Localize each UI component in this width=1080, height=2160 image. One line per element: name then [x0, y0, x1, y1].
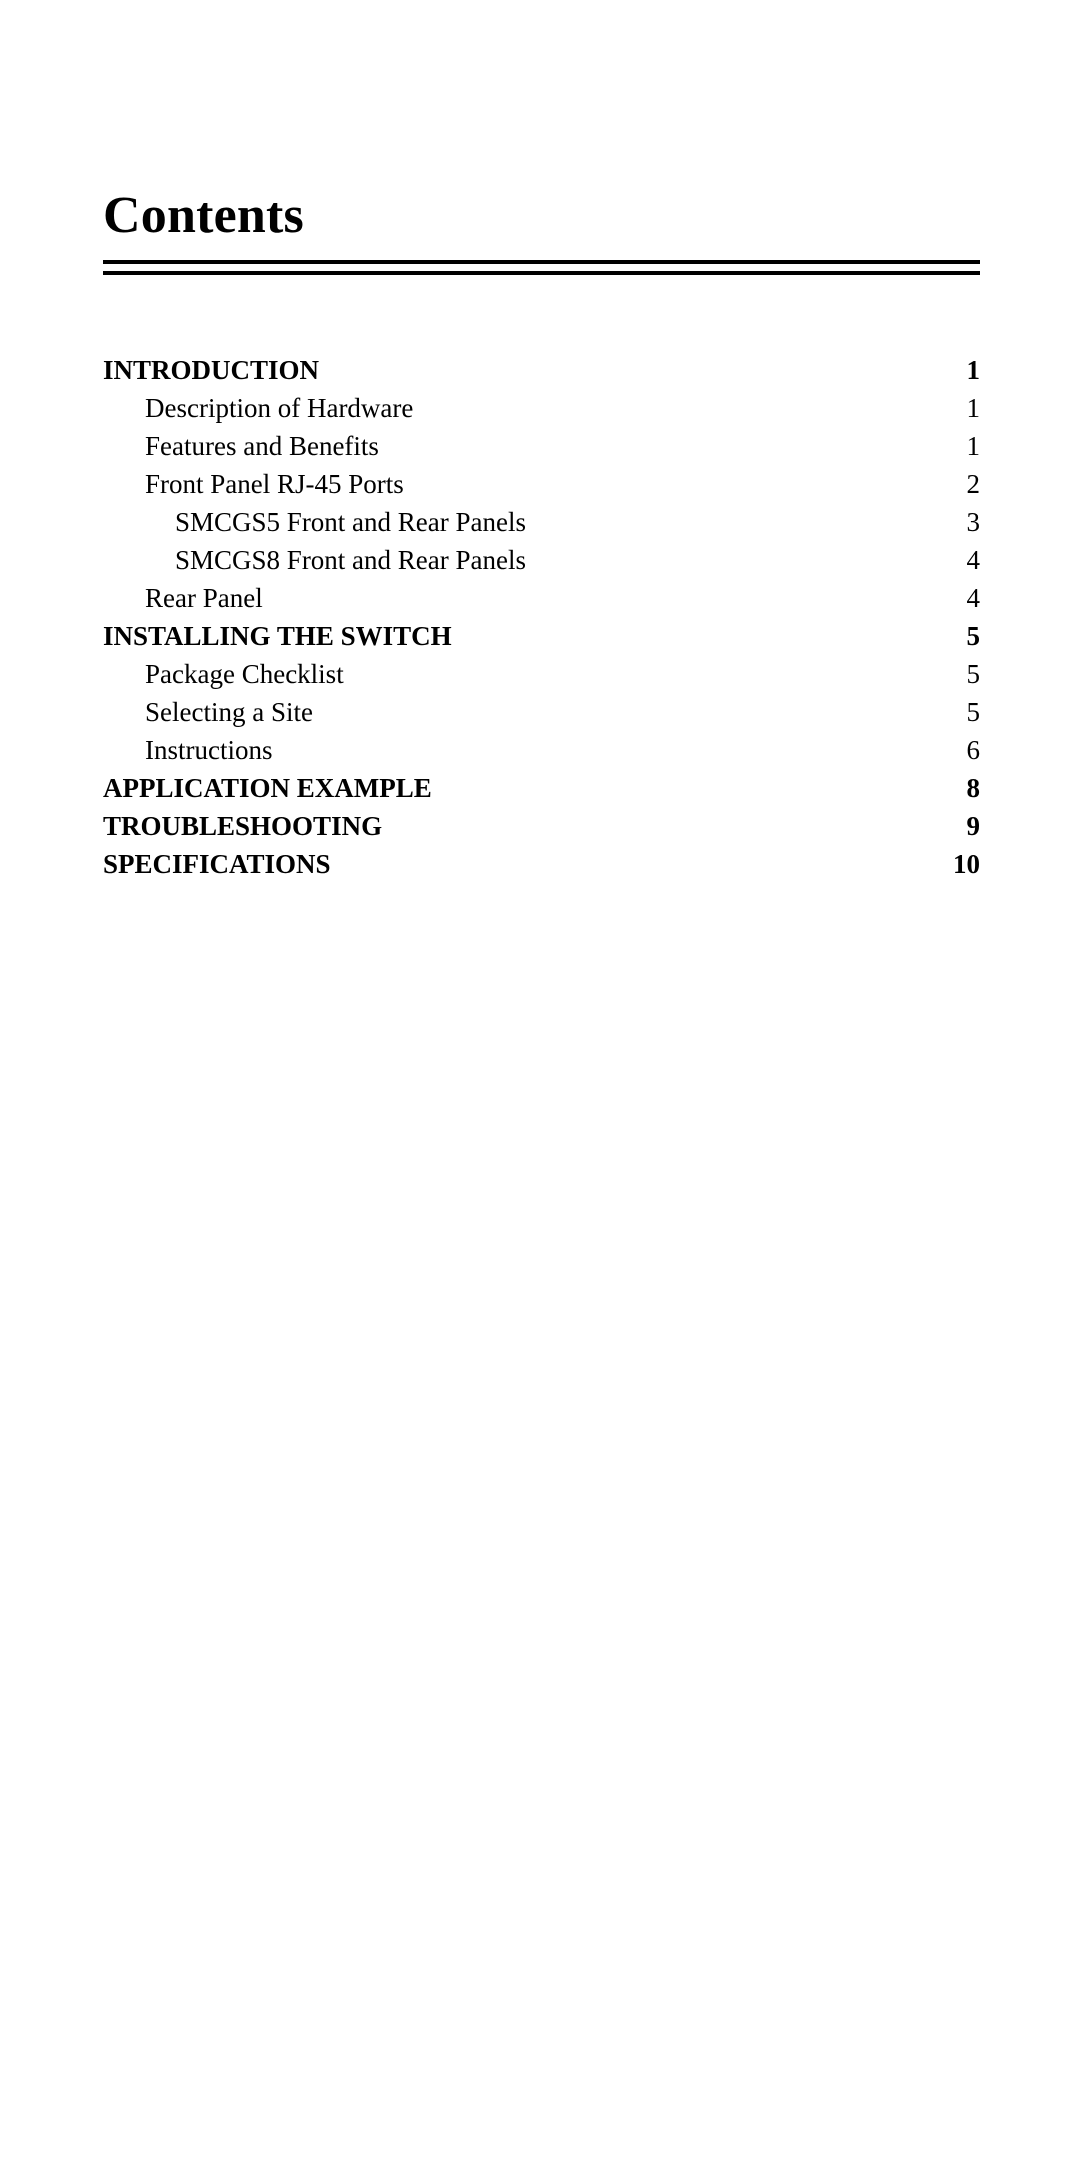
toc-entry-label: TROUBLESHOOTING	[103, 811, 383, 841]
page-title: Contents	[103, 187, 304, 244]
toc-list: INTRODUCTION 1 Description of Hardware 1 Fea…	[103, 351, 980, 883]
toc-entry-page-number: 5	[966, 697, 981, 727]
toc-entry[interactable]: Package Checklist 5	[103, 655, 980, 693]
title-rule-upper	[103, 260, 980, 264]
toc-entry-page-number: 8	[966, 773, 981, 803]
toc-entry[interactable]: SMCGS5 Front and Rear Panels 3	[103, 503, 980, 541]
toc-entry-page-number: 1	[966, 393, 981, 423]
toc-entry-label: Package Checklist	[145, 659, 344, 689]
toc-entry-label: SPECIFICATIONS	[103, 849, 331, 879]
toc-content: Contents INTRODUCTION 1 Description of Har…	[103, 190, 980, 883]
toc-entry-page-number: 10	[953, 849, 980, 879]
toc-entry-label: Front Panel RJ-45 Ports	[145, 469, 404, 499]
toc-entry[interactable]: Features and Benefits 1	[103, 427, 980, 465]
toc-entry[interactable]: INSTALLING THE SWITCH 5	[103, 617, 980, 655]
toc-entry-page-number: 6	[966, 735, 981, 765]
toc-entry[interactable]: Instructions 6	[103, 731, 980, 769]
toc-entry-label: INSTALLING THE SWITCH	[103, 621, 452, 651]
toc-entry-label: Features and Benefits	[145, 431, 379, 461]
toc-entry-label: SMCGS5 Front and Rear Panels	[175, 507, 526, 537]
toc-entry-page-number: 2	[966, 469, 981, 499]
toc-entry-label: INTRODUCTION	[103, 355, 320, 385]
toc-entry[interactable]: SPECIFICATIONS 10	[103, 845, 980, 883]
toc-entry[interactable]: SMCGS8 Front and Rear Panels 4	[103, 541, 980, 579]
toc-entry-label: Instructions	[145, 735, 273, 765]
title-rule-lower	[103, 271, 980, 275]
toc-entry-label: Rear Panel	[145, 583, 263, 613]
toc-entry-page-number: 4	[966, 583, 981, 613]
toc-entry[interactable]: Rear Panel 4	[103, 579, 980, 617]
toc-entry-label: SMCGS8 Front and Rear Panels	[175, 545, 526, 575]
document-page: Contents INTRODUCTION 1 Description of Har…	[0, 0, 1080, 2160]
toc-entry-page-number: 1	[966, 355, 981, 385]
toc-entry-page-number: 1	[966, 431, 981, 461]
title-double-rule	[103, 260, 980, 275]
toc-entry[interactable]: TROUBLESHOOTING 9	[103, 807, 980, 845]
toc-entry-label: APPLICATION EXAMPLE	[103, 773, 432, 803]
toc-entry[interactable]: Description of Hardware 1	[103, 389, 980, 427]
toc-entry-page-number: 4	[966, 545, 981, 575]
toc-entry-page-number: 9	[966, 811, 981, 841]
toc-entry[interactable]: Front Panel RJ-45 Ports 2	[103, 465, 980, 503]
toc-entry-label: Description of Hardware	[145, 393, 414, 423]
toc-entry-page-number: 3	[966, 507, 981, 537]
toc-entry-page-number: 5	[966, 621, 981, 651]
toc-entry-page-number: 5	[966, 659, 981, 689]
toc-entry-label: Selecting a Site	[145, 697, 313, 727]
toc-entry[interactable]: INTRODUCTION 1	[103, 351, 980, 389]
toc-entry[interactable]: APPLICATION EXAMPLE 8	[103, 769, 980, 807]
toc-entry[interactable]: Selecting a Site 5	[103, 693, 980, 731]
